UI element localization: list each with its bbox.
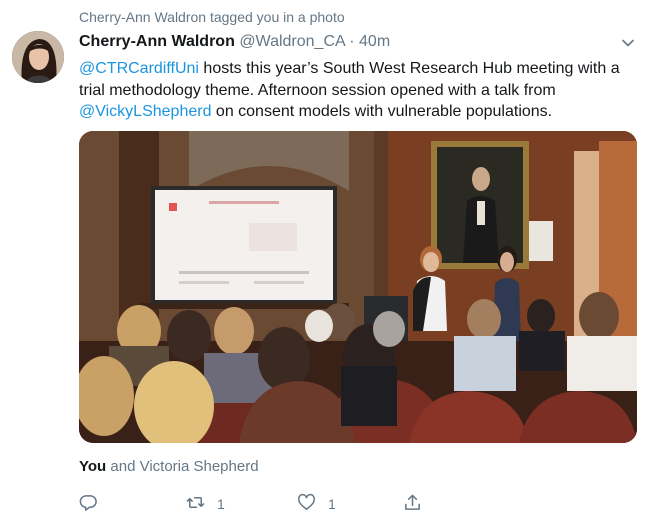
liked-by-rest: and Victoria Shepherd: [106, 458, 259, 475]
chevron-down-icon[interactable]: [621, 36, 635, 50]
mention-ctrcardiffuni[interactable]: @CTRCardiffUni: [79, 60, 199, 77]
author-name[interactable]: Cherry-Ann Waldron: [79, 33, 235, 50]
share-button[interactable]: [403, 493, 422, 515]
separator-dot: ·: [349, 33, 355, 50]
share-icon: [403, 493, 422, 515]
timestamp[interactable]: 40m: [359, 33, 390, 50]
tweet-photo[interactable]: [79, 131, 637, 443]
conference-photo: [79, 131, 637, 443]
tweet-header: Cherry-Ann Waldron @Waldron_CA · 40m: [79, 33, 390, 51]
like-count: 1: [328, 496, 336, 512]
tweet-text: @CTRCardiffUni hosts this year’s South W…: [79, 58, 639, 123]
social-context: Cherry-Ann Waldron tagged you in a photo: [79, 9, 345, 25]
retweet-count: 1: [217, 496, 225, 512]
heart-icon: [297, 493, 316, 515]
author-handle[interactable]: @Waldron_CA: [239, 33, 344, 50]
liked-by-you: You: [79, 458, 107, 475]
reply-button[interactable]: [79, 493, 98, 515]
tweet-text-part2: on consent models with vulnerable popula…: [211, 103, 553, 120]
avatar[interactable]: [12, 31, 64, 83]
retweet-button[interactable]: 1: [186, 493, 225, 515]
liked-by[interactable]: You and Victoria Shepherd: [79, 458, 259, 475]
mention-vickylshepherd[interactable]: @VickyLShepherd: [79, 103, 211, 120]
retweet-icon: [186, 493, 205, 515]
like-button[interactable]: 1: [297, 493, 336, 515]
reply-icon: [79, 493, 98, 515]
avatar-image: [12, 31, 64, 83]
